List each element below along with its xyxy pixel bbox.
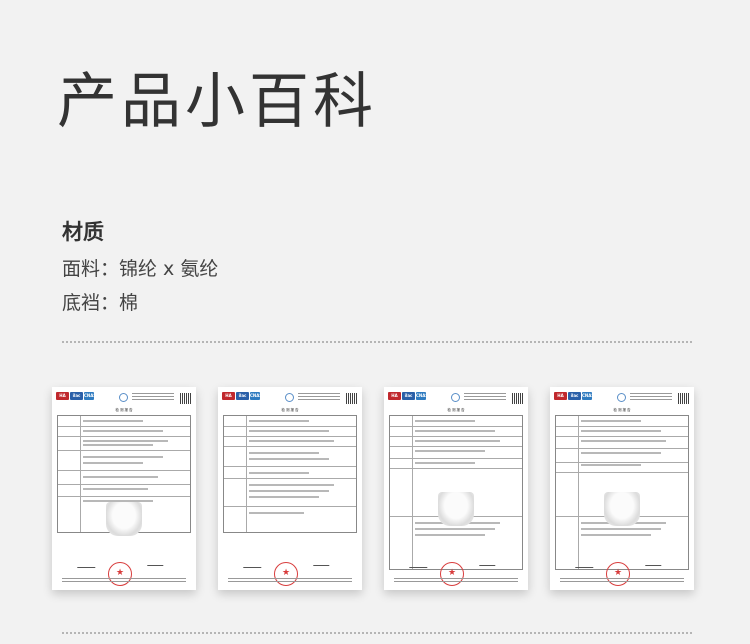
cnas-logo-icon: CNAS xyxy=(84,392,97,400)
dotted-divider-top xyxy=(62,341,692,343)
product-photo xyxy=(106,502,142,536)
cnas-logo-icon: CNAS xyxy=(582,392,595,400)
footer-text xyxy=(560,578,684,584)
footer-text xyxy=(62,578,186,584)
ha-logo-icon: HA xyxy=(554,392,567,400)
certificate-card-4[interactable]: HA ilac CNAS 检 测 报 告 xyxy=(550,387,694,590)
certificate-title: 检 测 报 告 xyxy=(281,408,299,412)
certificate-card-1[interactable]: HA ilac CNAS 检 测 报 告 xyxy=(52,387,196,590)
signature xyxy=(313,561,331,566)
dotted-divider-bottom xyxy=(62,632,692,634)
certificate-gallery: HA ilac CNAS 检 测 报 告 HA ilac CNAS 检 测 报 … xyxy=(52,387,694,591)
certificate-card-3[interactable]: HA ilac CNAS 检 测 报 告 xyxy=(384,387,528,590)
globe-icon xyxy=(119,393,128,402)
ilac-logo-icon: ilac xyxy=(402,392,415,400)
cnas-logo-icon: CNAS xyxy=(250,392,263,400)
product-photo xyxy=(604,492,640,526)
signature xyxy=(243,563,263,568)
globe-icon xyxy=(617,393,626,402)
material-heading: 材质 xyxy=(62,220,104,244)
ilac-logo-icon: ilac xyxy=(568,392,581,400)
signature xyxy=(479,561,497,566)
certificate-card-2[interactable]: HA ilac CNAS 检 测 报 告 xyxy=(218,387,362,590)
header-text-lines xyxy=(630,393,672,402)
report-table xyxy=(223,415,357,533)
page-title: 产品小百科 xyxy=(57,67,377,137)
qr-code-icon xyxy=(512,393,523,404)
cnas-logo-icon: CNAS xyxy=(416,392,429,400)
footer-text xyxy=(228,578,352,584)
header-text-lines xyxy=(298,393,340,402)
qr-code-icon xyxy=(346,393,357,404)
ha-logo-icon: HA xyxy=(388,392,401,400)
fabric-spec: 面料：锦纶 x 氨纶 xyxy=(62,258,219,280)
ha-logo-icon: HA xyxy=(56,392,69,400)
signature xyxy=(645,561,663,566)
qr-code-icon xyxy=(678,393,689,404)
ha-logo-icon: HA xyxy=(222,392,235,400)
signature xyxy=(575,563,595,568)
certificate-title: 检 测 报 告 xyxy=(115,408,133,412)
certificate-title: 检 测 报 告 xyxy=(447,408,465,412)
globe-icon xyxy=(285,393,294,402)
ilac-logo-icon: ilac xyxy=(236,392,249,400)
signature xyxy=(77,563,97,568)
signature xyxy=(147,561,165,566)
qr-code-icon xyxy=(180,393,191,404)
footer-text xyxy=(394,578,518,584)
globe-icon xyxy=(451,393,460,402)
certificate-title: 检 测 报 告 xyxy=(613,408,631,412)
crotch-spec: 底裆：棉 xyxy=(62,292,139,314)
ilac-logo-icon: ilac xyxy=(70,392,83,400)
header-text-lines xyxy=(464,393,506,402)
signature xyxy=(409,563,429,568)
product-photo xyxy=(438,492,474,526)
header-text-lines xyxy=(132,393,174,402)
